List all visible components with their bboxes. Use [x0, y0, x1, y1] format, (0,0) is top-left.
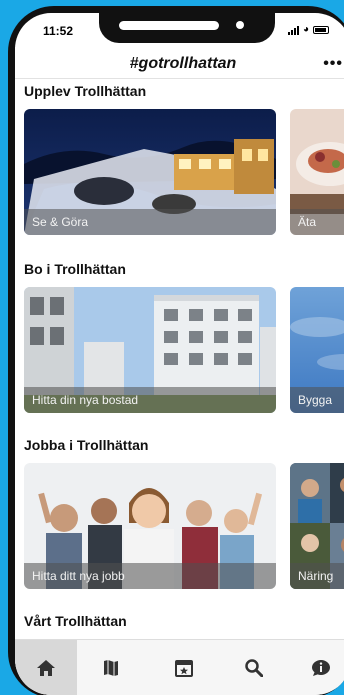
calendar-star-icon: [175, 660, 193, 677]
header-title: #gotrollhattan: [129, 55, 237, 72]
section-title-upplev: Upplev Trollhättan: [24, 83, 147, 99]
section-title-bo: Bo i Trollhättan: [24, 261, 126, 277]
section-title-jobba: Jobba i Trollhättan: [24, 437, 149, 453]
notch: [99, 13, 275, 43]
signal-icon: [287, 25, 299, 35]
battery-icon: [313, 25, 329, 34]
card-ata[interactable]: Äta: [290, 109, 344, 235]
card-hitta-jobb[interactable]: Hitta ditt nya jobb: [24, 463, 276, 589]
notch-camera: [236, 21, 244, 29]
tab-map[interactable]: [81, 640, 141, 695]
card-naring[interactable]: Näring: [290, 463, 344, 589]
card-label: Bygga: [290, 387, 344, 413]
app-screen: 11:52 ◕ #gotrollhattan ••• Upplev Trollh…: [15, 13, 344, 695]
content-scroll[interactable]: Upplev Trollhättan Se & Göra Äta Bo i Tr…: [15, 79, 344, 639]
card-label: Hitta ditt nya jobb: [24, 563, 276, 589]
home-icon: [37, 660, 55, 676]
card-hitta-bostad[interactable]: Hitta din nya bostad: [24, 287, 276, 413]
card-label: Näring: [290, 563, 344, 589]
search-icon: [245, 659, 263, 677]
card-se-gora[interactable]: Se & Göra: [24, 109, 276, 235]
card-label: Äta: [290, 209, 344, 235]
card-label: Hitta din nya bostad: [24, 387, 276, 413]
map-icon: [104, 660, 118, 676]
info-chat-icon: [312, 660, 330, 676]
notch-pill: [119, 21, 219, 30]
tab-info[interactable]: [291, 640, 344, 695]
card-bygga[interactable]: Bygga: [290, 287, 344, 413]
section-title-vart: Vårt Trollhättan: [24, 613, 127, 629]
tab-events[interactable]: [154, 640, 214, 695]
status-icons: ◕: [287, 24, 329, 35]
status-bar: 11:52 ◕: [15, 13, 344, 47]
more-horizontal-icon[interactable]: •••: [323, 55, 343, 73]
tab-home[interactable]: [15, 640, 77, 695]
app-header: #gotrollhattan •••: [15, 47, 344, 79]
bottom-tab-bar: [15, 639, 344, 695]
status-time: 11:52: [43, 24, 74, 38]
tab-search[interactable]: [224, 640, 284, 695]
wifi-icon: ◕: [302, 24, 309, 35]
card-label: Se & Göra: [24, 209, 276, 235]
